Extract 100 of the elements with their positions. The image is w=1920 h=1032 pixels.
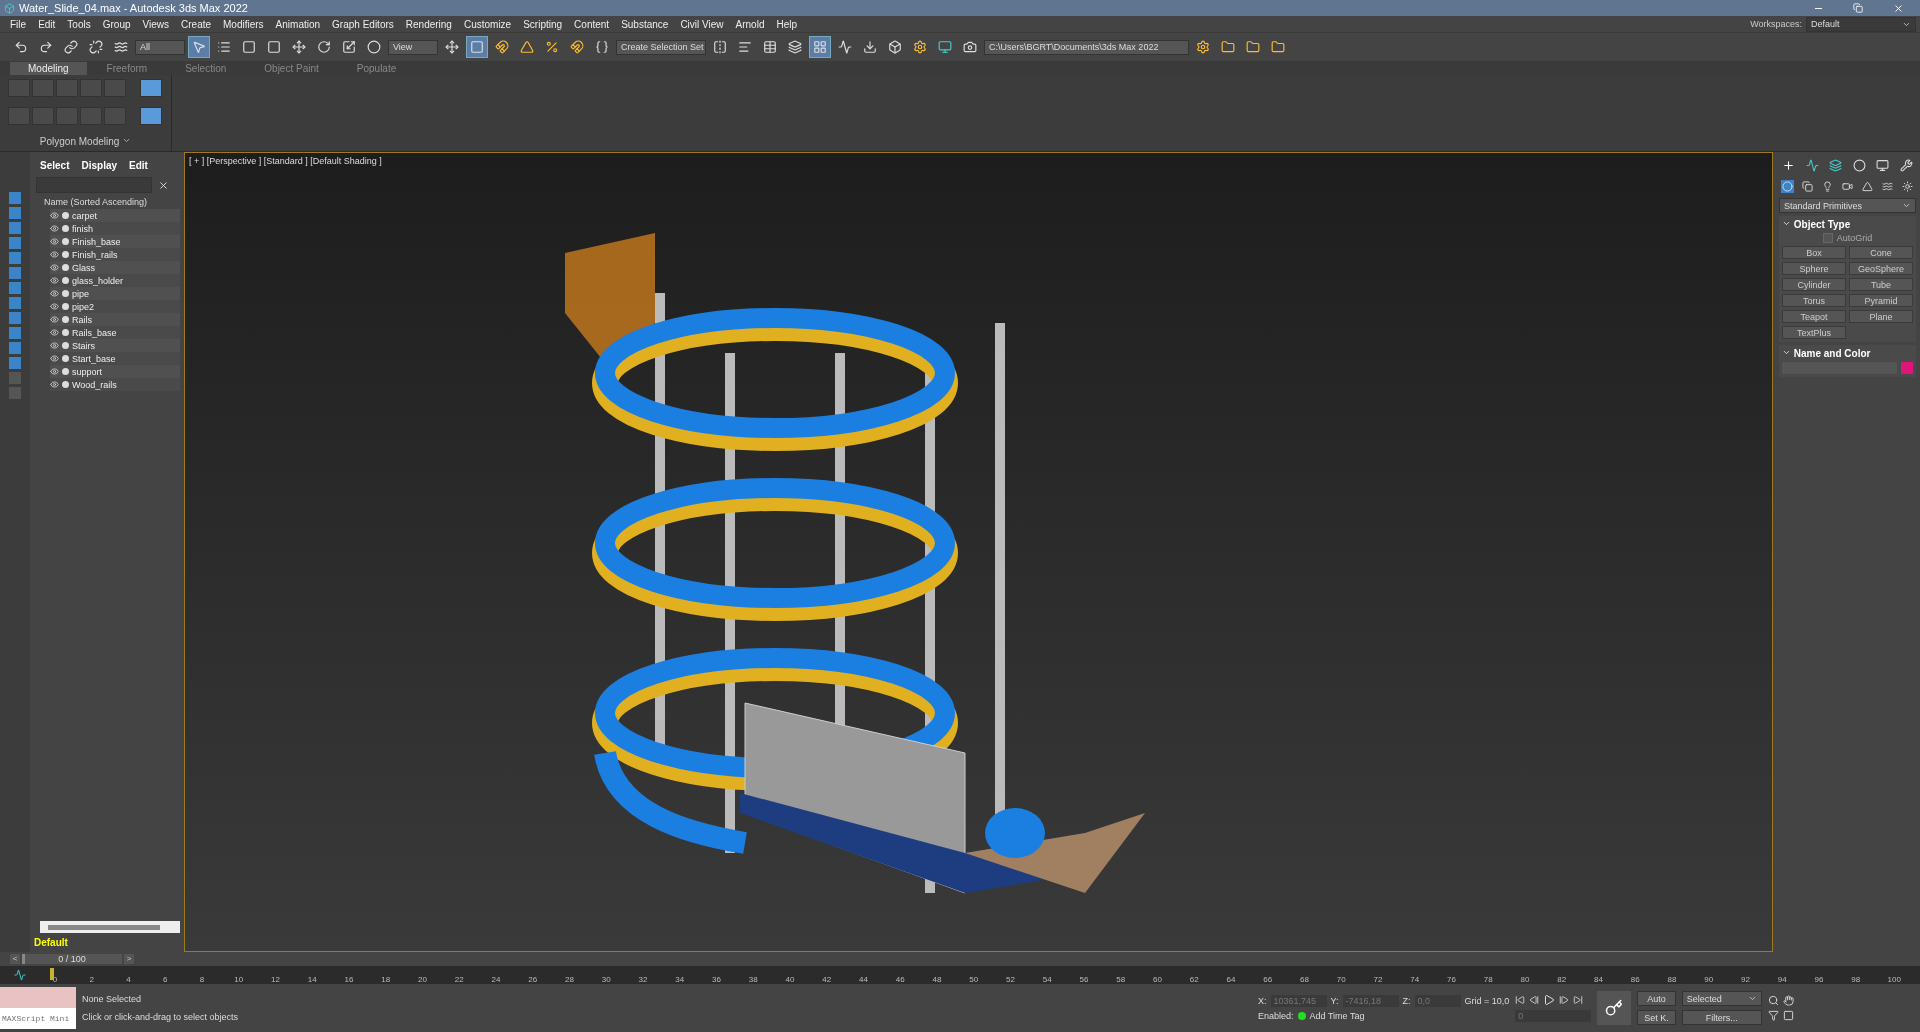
menu-item[interactable]: Group <box>96 18 137 30</box>
set-key-mode-button[interactable]: Set K. <box>1637 1010 1676 1025</box>
scene-object-row[interactable]: Finish_rails <box>50 248 180 261</box>
primitive-button[interactable]: Box <box>1782 246 1846 259</box>
plus-icon <box>1782 159 1795 172</box>
menu-item[interactable]: Edit <box>32 18 62 30</box>
zoom-icon[interactable] <box>1767 995 1779 1006</box>
previous-frame-button[interactable]: < <box>10 954 20 964</box>
menu-item[interactable]: Arnold <box>729 18 771 30</box>
motion-tab[interactable] <box>1851 158 1867 173</box>
menu-item[interactable]: Scripting <box>517 18 569 30</box>
polygon-modeling-dropdown[interactable]: Polygon Modeling <box>8 136 163 147</box>
scene-object-row[interactable]: support <box>50 365 180 378</box>
primitive-button[interactable]: Cone <box>1849 246 1913 259</box>
clear-search-icon[interactable] <box>158 179 169 191</box>
autogrid-checkbox[interactable]: AutoGrid <box>1782 233 1913 243</box>
menu-item[interactable]: Content <box>568 18 616 30</box>
maximize-icon[interactable] <box>1782 1010 1794 1021</box>
selection-set-dropdown[interactable]: Create Selection Set <box>616 39 706 55</box>
auto-key-button[interactable]: Auto <box>1637 991 1676 1006</box>
rollout-title[interactable]: Name and Color <box>1782 348 1913 359</box>
shapes-button[interactable] <box>1801 180 1814 193</box>
primitive-button[interactable]: Teapot <box>1782 310 1846 323</box>
menu-item[interactable]: Views <box>136 18 175 30</box>
cameras-button[interactable] <box>1841 180 1854 193</box>
primitive-button[interactable]: Plane <box>1849 310 1913 323</box>
color-swatch[interactable] <box>1901 362 1913 374</box>
scene-object-row[interactable]: Wood_rails <box>50 378 180 391</box>
menu-item[interactable]: Tools <box>61 18 97 30</box>
selection-status: None Selected <box>82 994 143 1004</box>
ribbon-tool-button[interactable] <box>140 107 162 125</box>
lights-button[interactable] <box>1821 180 1834 193</box>
go-to-end-icon[interactable] <box>1573 995 1584 1005</box>
menu-item[interactable]: Customize <box>457 18 518 30</box>
primitive-button[interactable]: Tube <box>1849 278 1913 291</box>
helpers-button[interactable] <box>1861 180 1874 193</box>
menu-item[interactable]: Help <box>770 18 804 30</box>
ribbon-tool-button[interactable] <box>140 79 162 97</box>
menu-item[interactable]: Rendering <box>399 18 458 30</box>
modify-tab[interactable] <box>1804 158 1820 173</box>
scene-object-row[interactable]: glass_holder <box>50 274 180 287</box>
go-to-start-icon[interactable] <box>1515 995 1526 1005</box>
add-time-tag-link[interactable]: Add Time Tag <box>1309 1011 1365 1021</box>
explorer-menu[interactable]: Display <box>81 160 118 171</box>
next-frame-button[interactable]: > <box>124 954 134 964</box>
menu-item[interactable]: Civil View <box>674 18 730 30</box>
layers-icon <box>788 40 802 54</box>
menu-item[interactable]: Graph Editors <box>326 18 400 30</box>
menu-item[interactable]: Modifiers <box>217 18 270 30</box>
menu-item[interactable]: Substance <box>615 18 675 30</box>
scene-object-row[interactable]: carpet <box>50 209 180 222</box>
scene-object-row[interactable]: Finish_base <box>50 235 180 248</box>
pointer-button[interactable] <box>188 36 210 58</box>
display-tab[interactable] <box>1875 158 1891 173</box>
scene-object-row[interactable]: Stairs <box>50 339 180 352</box>
create-tab[interactable] <box>1781 158 1796 173</box>
scene-object-row[interactable]: Start_base <box>50 352 180 365</box>
workspaces-dropdown[interactable]: Default <box>1806 16 1916 32</box>
menu-item[interactable]: Animation <box>269 18 327 30</box>
primitive-button[interactable]: Sphere <box>1782 262 1846 275</box>
viewport-label[interactable]: [ + ] [Perspective ] [Standard ] [Default Shading ] <box>189 156 382 166</box>
reference-coordinate-dropdown[interactable]: View <box>388 39 438 55</box>
primitive-button[interactable]: TextPlus <box>1782 326 1846 339</box>
project-path-dropdown[interactable]: C:\Users\BGRT\Documents\3ds Max 2022 <box>984 39 1189 55</box>
gear-icon <box>913 40 927 54</box>
ribbon-tab[interactable]: Modeling <box>10 61 87 75</box>
previous-frame-icon[interactable] <box>1529 995 1540 1005</box>
selection-filter-dropdown[interactable]: All <box>135 39 185 55</box>
maxscript-field[interactable]: MAXScript Mini <box>0 1008 76 1029</box>
time-slider[interactable]: 0 / 100 <box>22 954 122 964</box>
scene-object-row[interactable]: Rails_base <box>50 326 180 339</box>
primitive-button[interactable]: GeoSphere <box>1849 262 1913 275</box>
explorer-menu[interactable]: Edit <box>129 160 148 171</box>
space-warps-button[interactable] <box>1881 180 1894 193</box>
render-dot-icon <box>62 238 69 245</box>
workspaces-label: Workspaces: <box>1750 19 1802 29</box>
pan-icon[interactable] <box>1782 995 1794 1006</box>
next-frame-icon[interactable] <box>1559 995 1570 1005</box>
set-key-button[interactable] <box>1597 991 1632 1025</box>
menu-item[interactable]: Create <box>175 18 218 30</box>
move-icon <box>445 40 459 54</box>
layer-dropdown[interactable]: Default <box>32 937 180 948</box>
scene-object-row[interactable]: Glass <box>50 261 180 274</box>
category-dropdown[interactable]: Standard Primitives <box>1779 198 1916 213</box>
render-dot-icon <box>62 316 69 323</box>
primitive-button[interactable]: Pyramid <box>1849 294 1913 307</box>
scene-object-row[interactable]: pipe2 <box>50 300 180 313</box>
utilities-tab[interactable] <box>1898 158 1914 173</box>
key-filter-dropdown[interactable]: Selected <box>1681 991 1762 1006</box>
hierarchy-tab[interactable] <box>1828 158 1844 173</box>
primitive-button[interactable]: Torus <box>1782 294 1846 307</box>
primitive-button[interactable]: Cylinder <box>1782 278 1846 291</box>
menu-item[interactable]: File <box>4 18 33 30</box>
rollout-title[interactable]: Object Type <box>1782 219 1913 230</box>
filters-button[interactable]: Filters... <box>1681 1010 1762 1025</box>
explorer-menu[interactable]: Select <box>40 160 70 171</box>
scene-object-row[interactable]: finish <box>50 222 180 235</box>
play-icon[interactable] <box>1543 994 1556 1006</box>
scene-object-row[interactable]: pipe <box>50 287 180 300</box>
scene-object-row[interactable]: Rails <box>50 313 180 326</box>
